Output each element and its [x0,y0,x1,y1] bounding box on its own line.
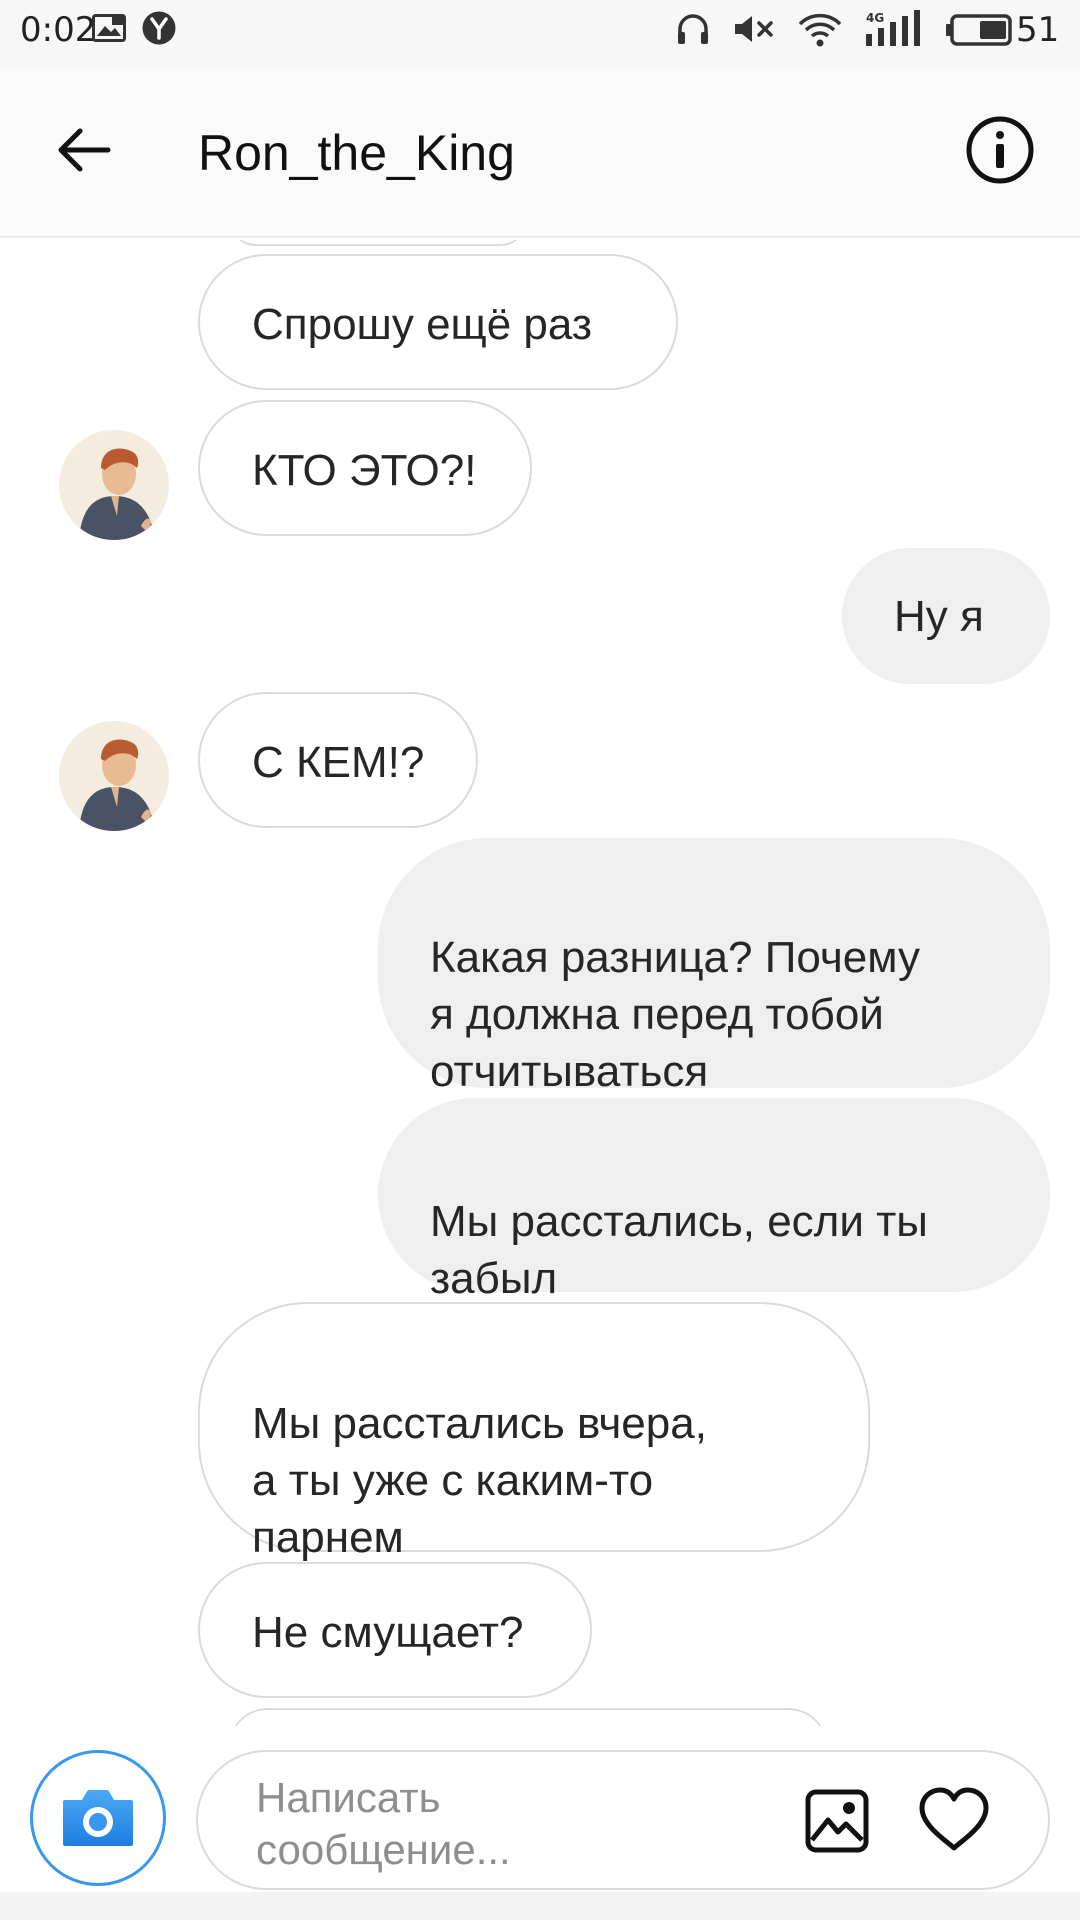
message-text: Ну я [894,592,984,641]
message-bubble-outgoing[interactable]: Ну я [842,548,1050,684]
gallery-icon[interactable] [804,1788,870,1854]
message-thread[interactable]: Спрошу ещё раз КТО ЭТО?! Ну я С КЕМ!? Ка [0,240,1080,1726]
camera-button-face [42,1762,154,1874]
message-text: С КЕМ!? [252,738,425,787]
contact-avatar[interactable] [59,430,169,540]
back-button[interactable] [44,110,124,190]
heart-icon[interactable] [918,1786,990,1854]
status-bar: 0:02 4G 51 [0,0,1080,66]
message-text: Какая разница? Почему я должна перед тоб… [430,933,920,1096]
camera-icon [63,1790,133,1846]
message-bubble-incoming[interactable]: Мы расстались вчера, а ты уже с каким-то… [198,1302,870,1562]
partial-message-bubble-bottom [228,1708,828,1726]
mute-icon [735,16,773,42]
message-bubble-incoming[interactable]: Спрошу ещё раз [198,254,678,390]
avatar-portrait-image [59,430,169,540]
message-bubble-incoming[interactable]: Не смущает? [198,1562,592,1698]
wifi-icon [798,13,842,47]
message-bubble-outgoing[interactable]: Какая разница? Почему я должна перед тоб… [378,838,1050,1096]
headphones-icon [678,14,708,44]
message-text: Мы расстались вчера, а ты уже с каким-то… [252,1399,707,1562]
signal-4g-icon: 4G [866,10,920,46]
message-bubble-outgoing[interactable]: Мы расстались, если ты забыл [378,1098,1050,1303]
message-bubble-incoming[interactable]: С КЕМ!? [198,692,478,828]
svg-text:4G: 4G [866,11,884,25]
status-time: 0:02 [20,10,97,50]
battery-level: 51 [1016,10,1060,50]
message-text: Спрошу ещё раз [252,300,593,349]
battery-icon [946,14,1012,46]
camera-button[interactable] [30,1750,166,1886]
info-icon[interactable] [964,114,1036,186]
message-text: Мы расстались, если ты забыл [430,1197,928,1303]
conversation-header: Ron_the_King [0,66,1080,238]
message-input-placeholder: Написать сообщение... [256,1774,511,1873]
avatar-portrait-image [59,721,169,831]
back-arrow-icon [58,128,111,172]
contact-avatar[interactable] [59,721,169,831]
message-text: КТО ЭТО?! [252,446,477,495]
message-bubble-incoming[interactable]: КТО ЭТО?! [198,400,532,536]
message-text: Не смущает? [252,1608,524,1657]
yandex-icon [142,11,176,45]
message-input[interactable]: Написать сообщение... [196,1750,1050,1890]
bottom-strip [0,1892,1080,1920]
conversation-title[interactable]: Ron_the_King [198,124,515,182]
gallery-notification-icon [92,14,126,42]
partial-message-bubble-top [228,240,528,246]
